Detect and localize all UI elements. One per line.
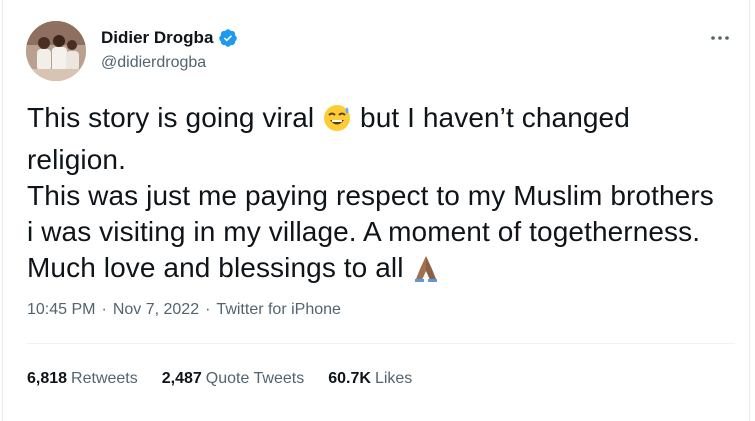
meta-separator: · [101,301,107,318]
tweet-date[interactable]: Nov 7, 2022 [113,301,199,318]
tweet-text-line2: religion. [27,144,126,175]
retweets-count: 6,818 [27,370,68,387]
tweet-text-line4: i was visiting in my village. A moment o… [27,216,701,247]
author-block: Didier Drogba @didierdrogba [101,27,238,73]
likes-count: 60.7K [328,370,371,387]
quote-tweets-count: 2,487 [161,370,202,387]
tweet-card: Didier Drogba @didierdrogba This story i… [2,0,750,421]
engagement-stats: 6,818 Retweets 2,487 Quote Tweets 60.7K Lik… [27,369,412,389]
divider [27,343,735,344]
tweet-source[interactable]: Twitter for iPhone [216,301,341,318]
tweet-text-line1a: This story is going viral [27,102,323,133]
more-options-button[interactable] [708,30,732,46]
verified-badge-icon [219,29,238,47]
tweet-text-line3: This was just me paying respect to my Mu… [27,180,714,211]
tweet-time[interactable]: 10:45 PM [27,301,95,318]
author-name[interactable]: Didier Drogba [101,27,213,49]
meta-separator: · [205,301,211,318]
retweets-label: Retweets [71,370,138,387]
quote-tweets-stat[interactable]: 2,487 Quote Tweets [162,369,304,389]
avatar[interactable] [26,21,86,81]
retweets-stat[interactable]: 6,818 Retweets [27,369,138,389]
quote-tweets-label: Quote Tweets [205,370,305,387]
folded-hands-emoji-icon [411,253,441,292]
more-dots-icon [711,36,729,40]
grinning-sweat-emoji-icon [322,103,352,142]
tweet-text-line5: Much love and blessings to all [27,252,412,283]
avatar-photo [26,21,86,81]
tweet-text: This story is going viral but I haven’t … [27,100,739,292]
author-handle[interactable]: @didierdrogba [101,53,238,73]
likes-stat[interactable]: 60.7K Likes [328,369,412,389]
tweet-text-line1b: but I haven’t changed [352,102,630,133]
likes-label: Likes [374,370,413,387]
tweet-meta: 10:45 PM · Nov 7, 2022 · Twitter for iPhone [27,300,341,320]
